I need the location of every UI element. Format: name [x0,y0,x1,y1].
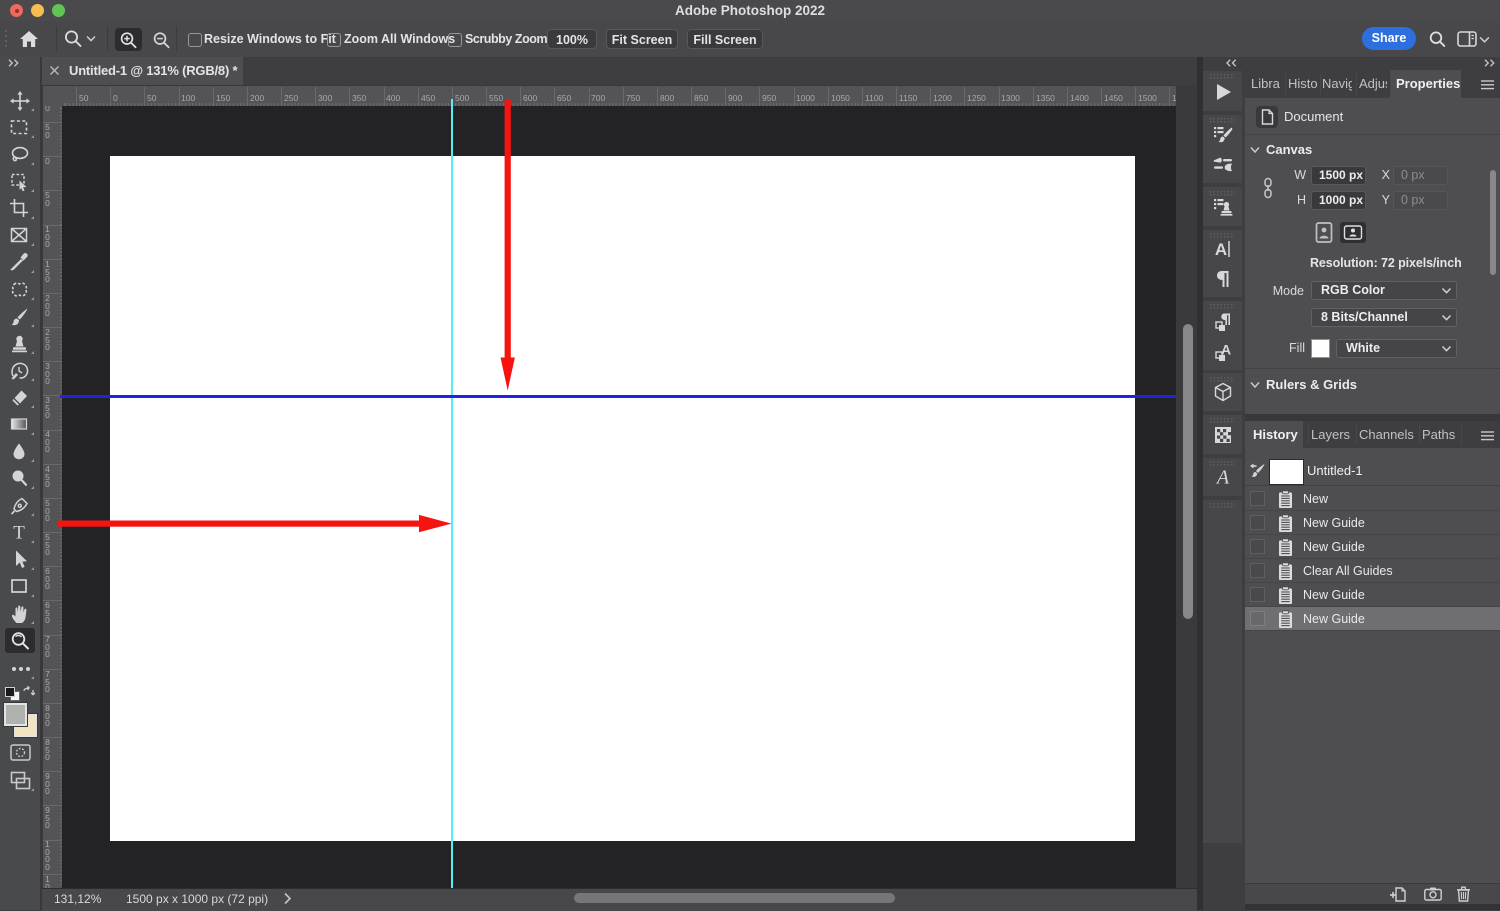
svg-text:T: T [13,522,25,542]
svg-text:A: A [1215,240,1227,259]
svg-text:A: A [1215,467,1230,489]
